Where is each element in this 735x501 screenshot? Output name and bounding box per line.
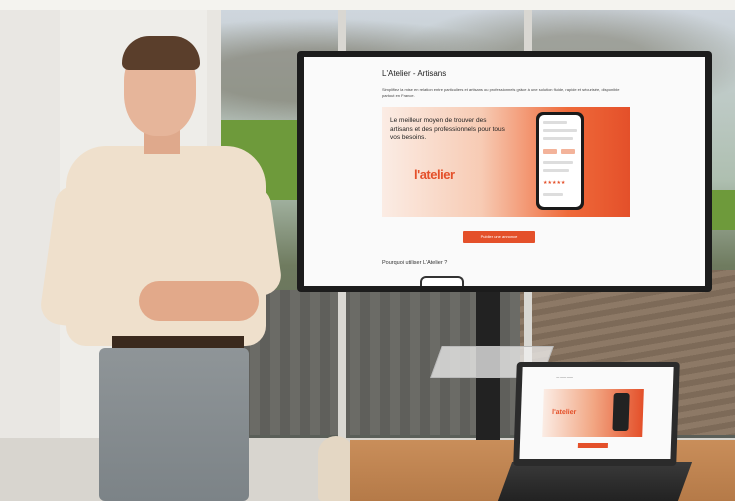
website-screen: L'Atelier - Artisans Simplifiez la mise … (304, 57, 705, 286)
jeans (99, 348, 249, 501)
laptop-keyboard (497, 462, 693, 501)
phone-button (543, 149, 557, 154)
ceiling (0, 0, 735, 10)
hands (139, 281, 259, 321)
phone-text-line (543, 193, 563, 196)
brand-logo: l'atelier (414, 167, 455, 182)
laptop-screen: — —— —— l'atelier (519, 367, 674, 459)
laptop-phone-mockup (612, 393, 630, 431)
phone-button (561, 149, 575, 154)
phone-text-line (543, 121, 567, 124)
chair (318, 436, 354, 501)
page-description: Simplifiez la mise en relation entre par… (382, 87, 620, 98)
phone-text-line (543, 161, 573, 164)
rating-stars: ★★★★★ (543, 180, 566, 186)
phone-mockup-small (420, 276, 464, 286)
phone-text-line (543, 129, 577, 132)
tv-monitor: L'Atelier - Artisans Simplifiez la mise … (297, 51, 712, 292)
laptop-cta-button[interactable] (577, 443, 608, 448)
laptop-hero-banner: l'atelier (542, 389, 644, 437)
photo-scene: L'Atelier - Artisans Simplifiez la mise … (0, 0, 735, 501)
page-title: L'Atelier - Artisans (382, 69, 447, 78)
phone-text-line (543, 137, 573, 140)
laptop: — —— —— l'atelier (513, 362, 680, 466)
phone-screen: ★★★★★ (539, 115, 581, 207)
phone-text-line (543, 169, 569, 172)
hero-banner: Le meilleur moyen de trouver des artisan… (382, 107, 630, 217)
publish-listing-button[interactable]: Publier une annonce (463, 231, 535, 243)
phone-mockup: ★★★★★ (536, 112, 584, 210)
hair (122, 36, 200, 70)
laptop-brand-logo: l'atelier (551, 409, 577, 416)
section-heading: Pourquoi utiliser L'Atelier ? (382, 260, 448, 266)
presenter (38, 36, 284, 501)
laptop-page-title: — —— —— (556, 375, 574, 379)
hero-text: Le meilleur moyen de trouver des artisan… (390, 117, 505, 141)
